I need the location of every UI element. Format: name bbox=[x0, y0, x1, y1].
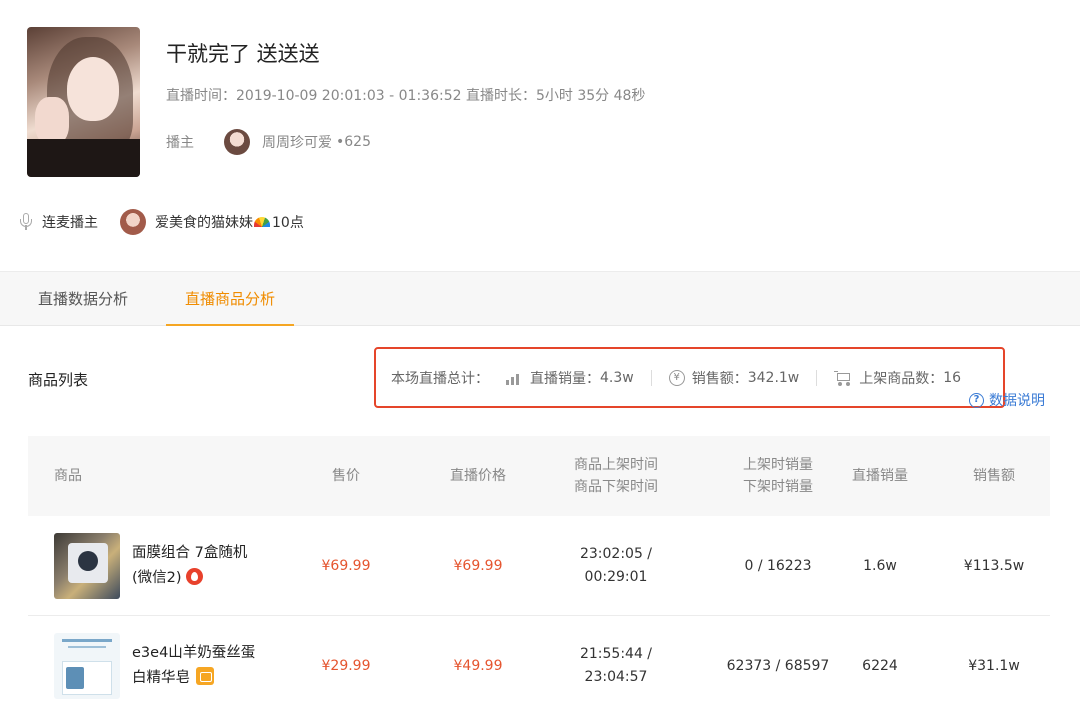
hot-flame-icon bbox=[185, 568, 203, 585]
duration-value: 5小时 35分 48秒 bbox=[535, 88, 646, 104]
trend-chart-icon bbox=[505, 370, 523, 386]
product-name[interactable]: e3e4山羊奶蚕丝蛋 白精华皂 bbox=[132, 641, 255, 691]
live-time-label: 直播时间： bbox=[166, 88, 236, 104]
time-on: 21:55:44 / bbox=[579, 646, 653, 662]
tab-live-product-analysis[interactable]: 直播商品分析 bbox=[166, 272, 294, 326]
product-price: ¥69.99 bbox=[321, 557, 371, 574]
summary-revenue: ¥ 销售额： 342.1w bbox=[668, 368, 800, 388]
product-name[interactable]: 面膜组合 7盒随机 (微信2) bbox=[132, 541, 247, 591]
anchor-avatar[interactable] bbox=[224, 129, 250, 155]
header-sales-on: 上架时销量 bbox=[743, 457, 813, 473]
product-name-line1: e3e4山羊奶蚕丝蛋 bbox=[132, 645, 256, 661]
summary-listed-count: 上架商品数： 16 bbox=[834, 368, 961, 388]
header-listing-time[interactable]: 商品上架时间 商品下架时间 bbox=[556, 436, 676, 516]
live-title: 干就完了 送送送 bbox=[166, 42, 320, 66]
table-row[interactable]: 面膜组合 7盒随机 (微信2) ¥69.99 ¥69.99 23:02:05 /… bbox=[28, 516, 1050, 616]
header-live-price[interactable]: 直播价格 bbox=[418, 436, 538, 516]
table-row[interactable]: e3e4山羊奶蚕丝蛋 白精华皂 ¥29.99 ¥49.99 21:55:44 /… bbox=[28, 616, 1050, 701]
product-listing-time: 23:02:05 / 00:29:01 bbox=[556, 516, 676, 616]
product-revenue: ¥113.5w bbox=[963, 557, 1025, 574]
product-listing-sales: 62373 / 68597 bbox=[726, 657, 830, 674]
table-header: 商品 售价 直播价格 商品上架时间 商品下架时间 上架时销量 下架时销量 直播销… bbox=[28, 436, 1050, 516]
product-name-line1: 面膜组合 7盒随机 bbox=[132, 545, 248, 561]
summary-live-sales: 直播销量： 4.3w bbox=[505, 368, 634, 388]
header-product: 商品 bbox=[54, 468, 82, 484]
anchor-label: 播主 bbox=[166, 135, 194, 151]
co-host-score: 10点 bbox=[272, 215, 304, 231]
microphone-icon bbox=[20, 213, 32, 231]
store-icon bbox=[196, 667, 214, 685]
tab-live-data-analysis[interactable]: 直播数据分析 bbox=[38, 272, 128, 326]
cart-icon bbox=[834, 370, 852, 386]
product-listing-time: 21:55:44 / 23:04:57 bbox=[556, 616, 676, 701]
listed-count-value: 16 bbox=[943, 369, 962, 386]
live-summary-box: 本场直播总计： 直播销量： 4.3w ¥ 销售额： 342.1w 上架商品数： 16 bbox=[374, 347, 1005, 408]
product-thumbnail[interactable] bbox=[54, 533, 120, 599]
co-host-row: 连麦播主 爱美食的猫妹妹 10点 bbox=[20, 208, 304, 236]
data-explanation-link[interactable]: ? 数据说明 bbox=[969, 390, 1045, 410]
divider bbox=[650, 369, 652, 386]
co-host-avatar[interactable] bbox=[120, 209, 146, 235]
revenue-value: 342.1w bbox=[747, 369, 800, 386]
header-time-off: 商品下架时间 bbox=[574, 479, 658, 495]
question-icon: ? bbox=[969, 392, 984, 408]
yen-icon: ¥ bbox=[668, 369, 685, 386]
live-time-value: 2019-10-09 20:01:03 - 01:36:52 bbox=[236, 88, 462, 104]
product-revenue: ¥31.1w bbox=[968, 657, 1020, 674]
product-live-price: ¥69.99 bbox=[453, 557, 503, 574]
product-name-line2: (微信2) bbox=[132, 570, 182, 586]
duration-label: 直播时长： bbox=[465, 88, 536, 104]
header-listing-sales[interactable]: 上架时销量 下架时销量 bbox=[718, 436, 838, 516]
summary-label: 本场直播总计： bbox=[391, 370, 489, 387]
header-live-sales[interactable]: 直播销量 bbox=[828, 436, 932, 516]
live-time-info: 直播时间：2019-10-09 20:01:03 - 01:36:52 直播时长… bbox=[166, 85, 645, 105]
divider bbox=[816, 369, 818, 386]
header-time-on: 商品上架时间 bbox=[574, 457, 658, 473]
live-cover-image bbox=[27, 27, 140, 177]
data-explanation-label[interactable]: 数据说明 bbox=[989, 390, 1045, 410]
analysis-tabs: 直播数据分析 直播商品分析 bbox=[0, 271, 1080, 326]
time-off: 00:29:01 bbox=[584, 569, 648, 585]
live-sales-label: 直播销量： bbox=[530, 370, 600, 387]
product-live-sales: 6224 bbox=[862, 657, 898, 674]
product-table: 商品 售价 直播价格 商品上架时间 商品下架时间 上架时销量 下架时销量 直播销… bbox=[28, 436, 1050, 701]
header-price[interactable]: 售价 bbox=[298, 436, 394, 516]
anchor-info: 播主 周周珍可爱 •625 bbox=[166, 129, 372, 155]
header-revenue[interactable]: 销售额 bbox=[938, 436, 1050, 516]
anchor-level: •625 bbox=[336, 134, 371, 150]
product-live-price: ¥49.99 bbox=[453, 657, 503, 674]
rainbow-icon bbox=[254, 217, 270, 227]
product-live-sales: 1.6w bbox=[863, 557, 897, 574]
listed-count-label: 上架商品数： bbox=[859, 370, 944, 387]
time-on: 23:02:05 / bbox=[579, 546, 653, 562]
live-sales-value: 4.3w bbox=[600, 369, 634, 386]
product-list-title: 商品列表 bbox=[28, 371, 89, 389]
revenue-label: 销售额： bbox=[691, 370, 748, 387]
product-price: ¥29.99 bbox=[321, 657, 371, 674]
product-name-line2: 白精华皂 bbox=[132, 670, 190, 686]
anchor-name[interactable]: 周周珍可爱 bbox=[262, 132, 332, 152]
time-off: 23:04:57 bbox=[584, 669, 648, 685]
product-thumbnail[interactable] bbox=[54, 633, 120, 699]
product-cell: e3e4山羊奶蚕丝蛋 白精华皂 bbox=[28, 616, 255, 701]
product-cell: 面膜组合 7盒随机 (微信2) bbox=[28, 516, 247, 616]
co-host-name[interactable]: 爱美食的猫妹妹 bbox=[155, 212, 253, 232]
co-host-label: 连麦播主 bbox=[42, 215, 98, 231]
header-sales-off: 下架时销量 bbox=[743, 479, 813, 495]
product-listing-sales: 0 / 16223 bbox=[744, 557, 812, 574]
